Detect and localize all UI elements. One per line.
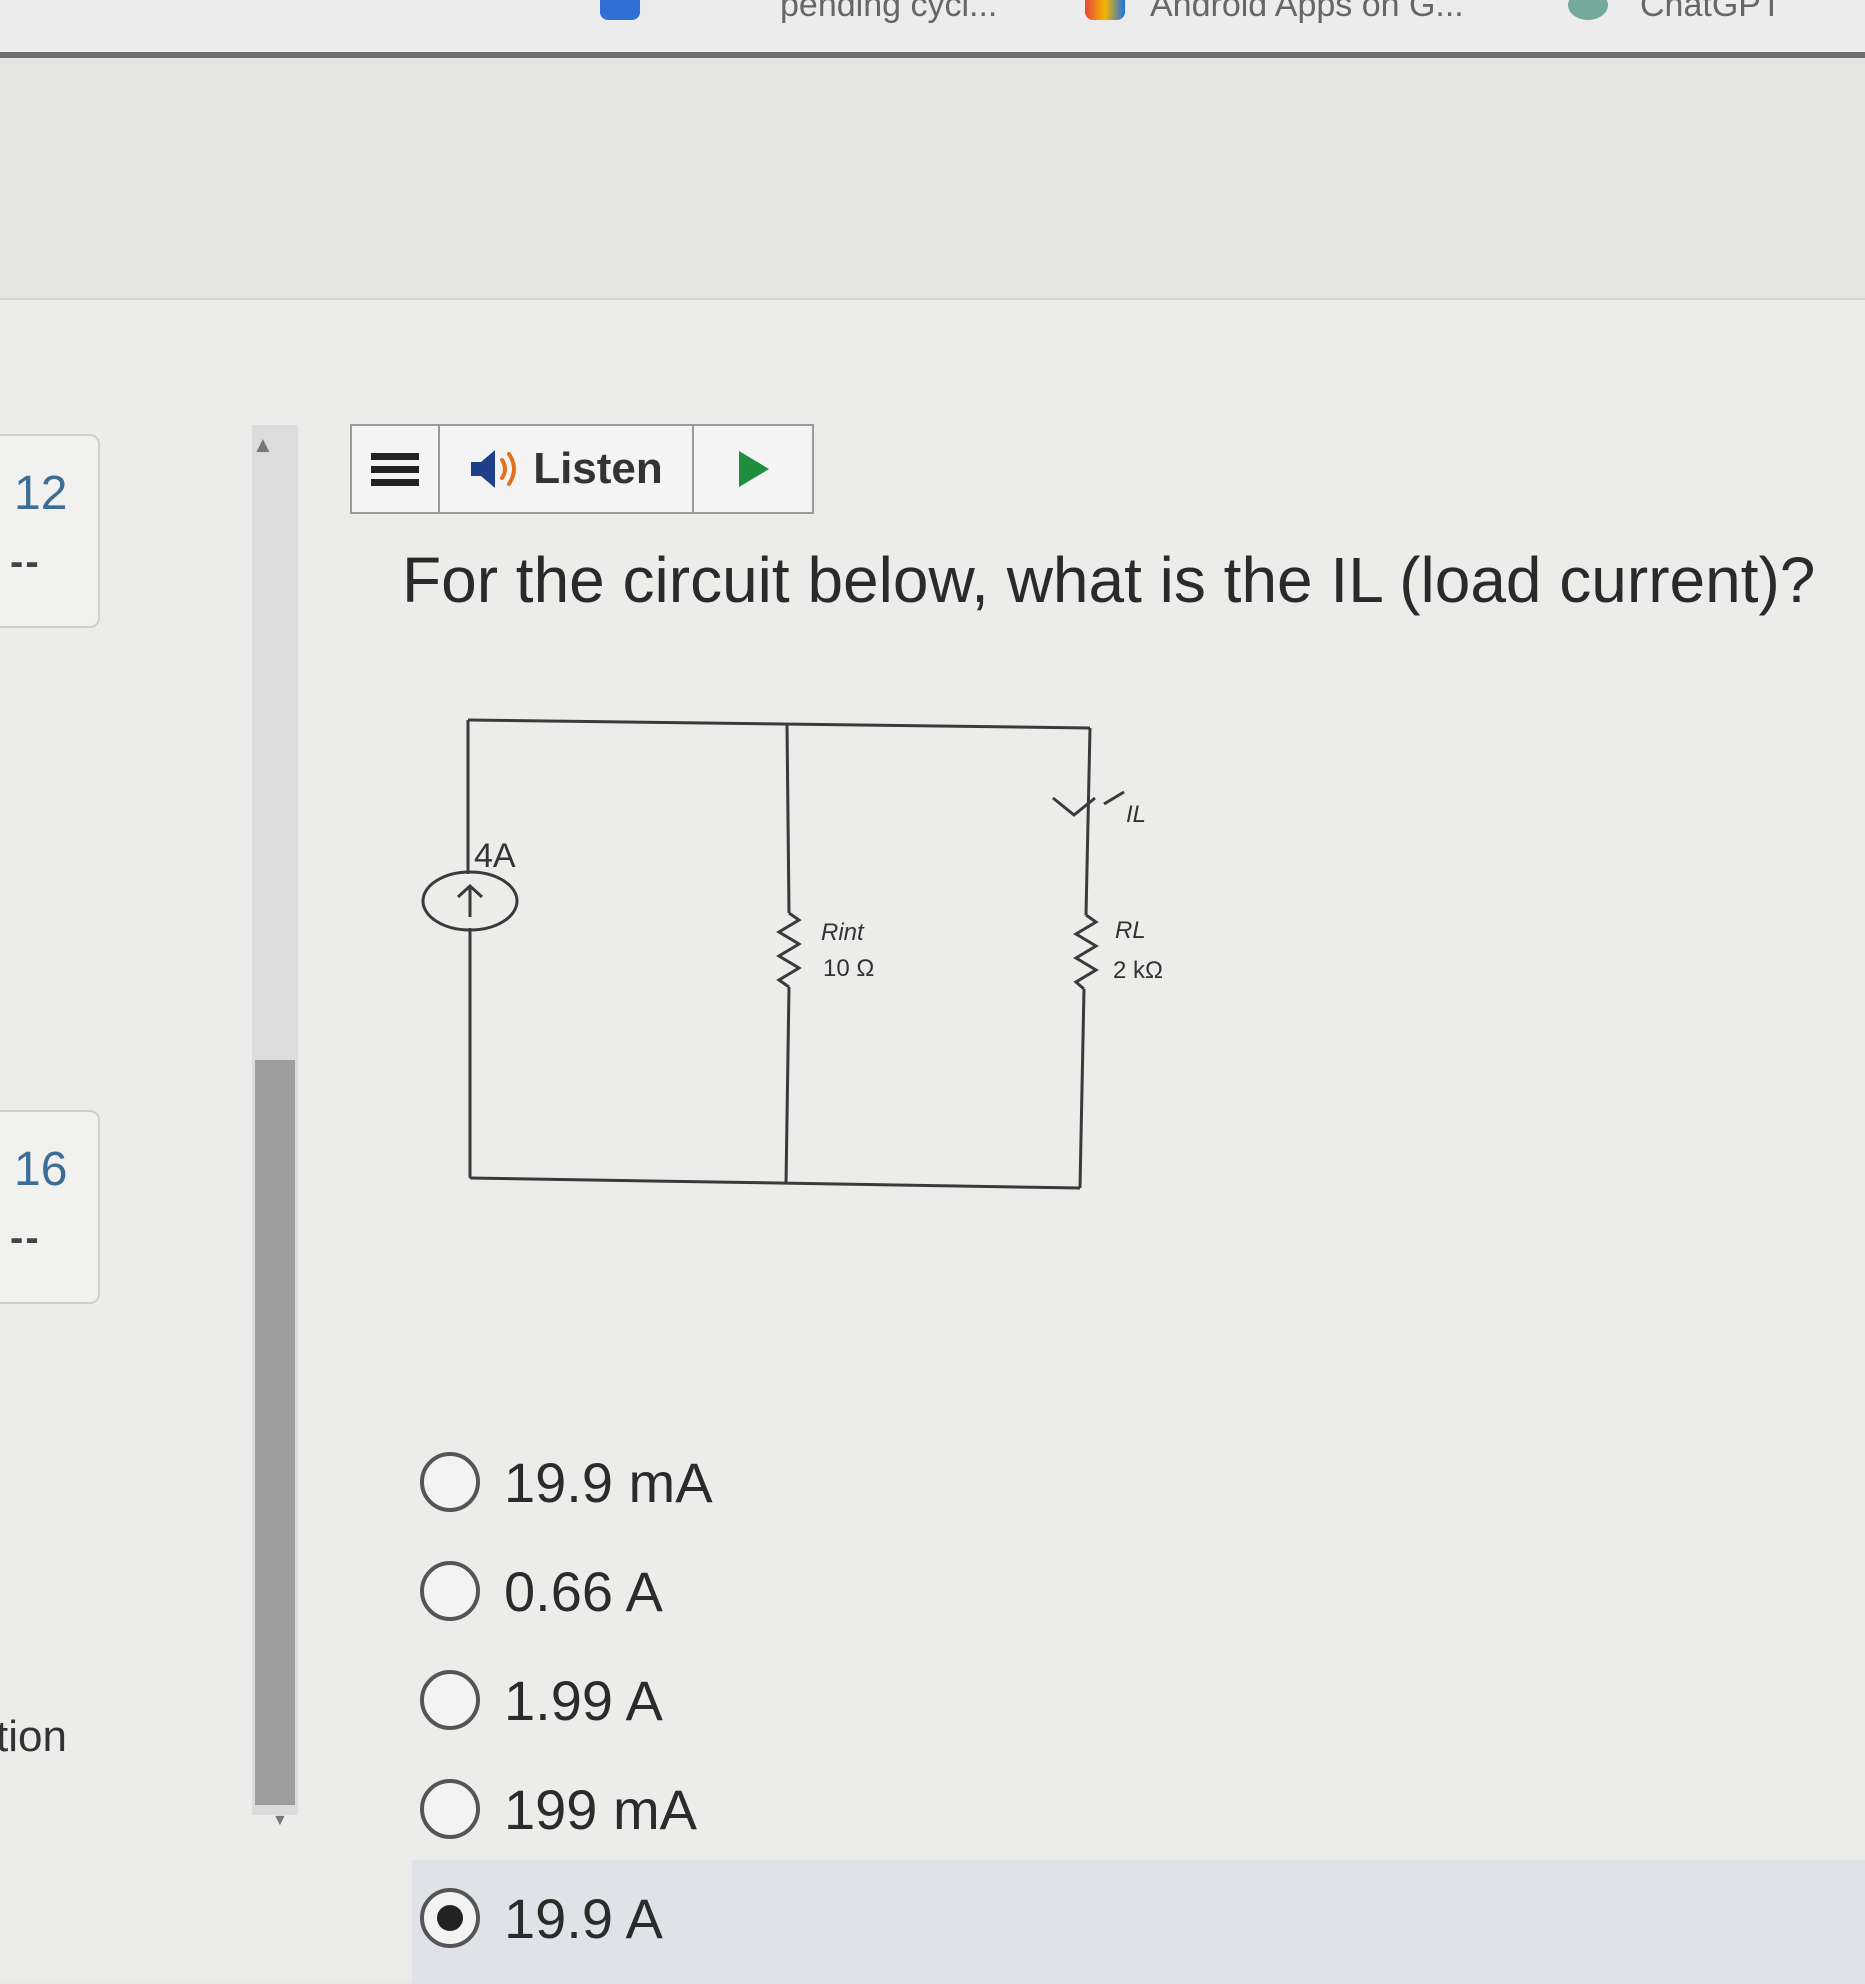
sidebar-partial-label: tion [0,1712,67,1761]
bookmark-blue-icon [600,0,640,20]
header-area [0,58,1865,300]
answer-label: 1.99 A [504,1668,663,1732]
question-nav-16[interactable]: 16 -- [0,1110,100,1304]
menu-button[interactable] [352,426,440,512]
answer-label: 0.66 A [504,1559,663,1623]
play-button[interactable] [694,426,812,512]
r-load-symbol: RL [1115,917,1146,944]
listen-label: Listen [533,444,663,493]
bookmarks-bar: pending cycl... Android Apps on G... Cha… [0,0,1865,58]
chatgpt-icon [1568,0,1608,20]
play-icon [739,451,769,487]
answer-label: 19.9 mA [504,1450,713,1514]
bookmark-item[interactable]: Android Apps on G... [1150,0,1464,25]
circuit-diagram: 4A Rint 10 Ω RL 2 kΩ IL [421,718,1163,1190]
current-source [421,870,519,932]
question-status: -- [10,1216,41,1260]
menu-icon [371,452,419,460]
listen-button[interactable]: Listen [440,426,694,512]
answer-label: 199 mA [504,1777,697,1841]
scroll-up-arrow-icon[interactable]: ▲ [252,432,274,458]
radio-selected-dot [437,1905,463,1931]
scroll-down-arrow-icon[interactable]: ▼ [272,1812,288,1830]
question-text: For the circuit below, what is the IL (l… [402,544,1816,616]
radio-button[interactable] [420,1888,480,1948]
current-label: IL [1126,801,1146,828]
google-play-icon [1085,0,1125,20]
answer-label: 19.9 A [504,1886,663,1950]
speaker-icon [471,450,517,488]
question-status: -- [10,540,41,584]
r-load-value: 2 kΩ [1113,957,1163,984]
radio-button[interactable] [420,1561,480,1621]
text-to-speech-toolbar: Listen [350,424,814,514]
scrollbar-thumb[interactable] [255,1060,295,1805]
answer-option[interactable]: 1.99 A [412,1650,1865,1750]
r-int-value: 10 Ω [823,955,874,982]
r-int-symbol: Rint [821,919,865,946]
question-nav-12[interactable]: 12 -- [0,434,100,628]
question-number: 12 [14,467,68,520]
source-label: 4A [474,837,516,875]
bookmark-item[interactable]: pending cycl... [780,0,997,25]
answer-options: 19.9 mA 0.66 A 1.99 A 199 mA 19.9 A [412,1432,1865,1984]
radio-button[interactable] [420,1452,480,1512]
bookmark-item[interactable]: ChatGPT [1640,0,1782,25]
question-number: 16 [14,1143,68,1196]
answer-option[interactable]: 19.9 mA [412,1432,1865,1532]
answer-option[interactable]: 199 mA [412,1759,1865,1859]
radio-button[interactable] [420,1670,480,1730]
radio-button[interactable] [420,1779,480,1839]
answer-option[interactable]: 19.9 A [412,1860,1865,1984]
answer-option[interactable]: 0.66 A [412,1541,1865,1641]
